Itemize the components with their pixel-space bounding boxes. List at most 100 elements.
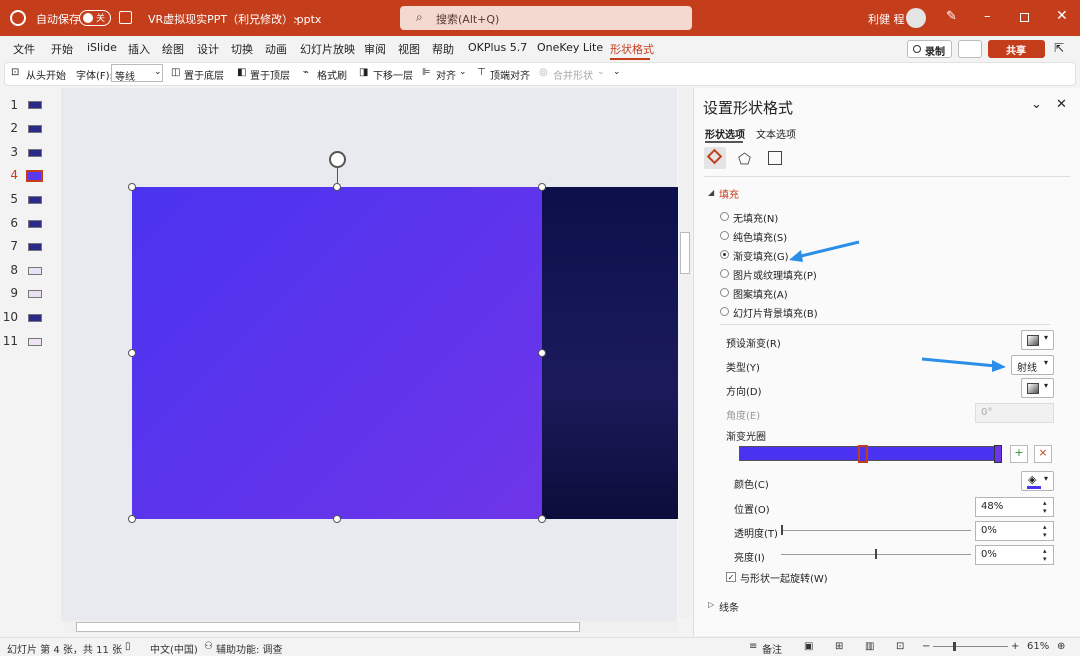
chevron-down-icon[interactable]: ⌄ bbox=[292, 10, 301, 23]
slide-thumbnail[interactable] bbox=[28, 267, 42, 275]
from-start-button[interactable]: 从头开始 bbox=[26, 67, 66, 82]
slider-thumb[interactable] bbox=[953, 642, 956, 651]
tab-islide[interactable]: iSlide bbox=[87, 41, 117, 54]
slide-thumbnail[interactable] bbox=[28, 290, 42, 298]
gradient-stop-handle[interactable] bbox=[994, 445, 1002, 463]
share-button[interactable]: 共享 bbox=[988, 40, 1045, 58]
gradient-stops-bar[interactable] bbox=[739, 446, 1001, 461]
avatar[interactable] bbox=[906, 8, 926, 28]
slide-thumbnail[interactable] bbox=[28, 101, 42, 109]
language-label[interactable]: 中文(中国) bbox=[150, 641, 198, 656]
normal-view-icon[interactable]: ▣ bbox=[804, 641, 813, 652]
powerpoint-logo-icon[interactable] bbox=[10, 10, 26, 26]
tab-text-options[interactable]: 文本选项 bbox=[756, 126, 796, 141]
fill-option-label[interactable]: 渐变填充(G) bbox=[733, 248, 789, 263]
slide-thumbnail[interactable] bbox=[28, 125, 42, 133]
zoom-level[interactable]: 61% bbox=[1027, 641, 1049, 652]
tab-file[interactable]: 文件 bbox=[13, 41, 35, 57]
slide-thumbnail[interactable] bbox=[28, 196, 42, 204]
fill-option-label[interactable]: 幻灯片背景填充(B) bbox=[733, 305, 818, 320]
slide-thumbnail[interactable] bbox=[28, 314, 42, 322]
tab-shape-format[interactable]: 形状格式 bbox=[610, 41, 654, 57]
fill-option-label[interactable]: 图案填充(A) bbox=[733, 286, 788, 301]
slider-thumb[interactable] bbox=[875, 549, 877, 559]
scroll-thumb[interactable] bbox=[680, 232, 690, 274]
record-button[interactable]: 录制 bbox=[907, 40, 952, 58]
triangle-down-icon[interactable]: ◢ bbox=[708, 188, 714, 197]
accessibility-label[interactable]: 辅助功能: 调查 bbox=[216, 641, 283, 656]
comments-icon[interactable] bbox=[958, 40, 982, 58]
direction-dropdown[interactable]: ▾ bbox=[1021, 378, 1054, 398]
send-backward-button[interactable]: 下移一层 bbox=[373, 67, 413, 82]
size-properties-icon[interactable] bbox=[768, 151, 782, 165]
horizontal-scrollbar[interactable] bbox=[64, 621, 678, 633]
slide-thumbnail-selected[interactable] bbox=[26, 170, 43, 182]
fit-to-window-icon[interactable]: ⊕ bbox=[1057, 641, 1065, 652]
zoom-out-icon[interactable]: − bbox=[922, 641, 930, 652]
type-dropdown[interactable]: 射线 ▾ bbox=[1011, 355, 1054, 375]
slide-thumbnail[interactable] bbox=[28, 149, 42, 157]
zoom-slider[interactable] bbox=[933, 646, 1008, 647]
ribbon-options-icon[interactable]: ⇱ bbox=[1054, 41, 1064, 55]
fill-solid-radio[interactable] bbox=[720, 231, 729, 240]
slideshow-icon[interactable]: ⊡ bbox=[896, 641, 904, 652]
resize-handle[interactable] bbox=[538, 515, 546, 523]
preset-gradient-dropdown[interactable]: ▾ bbox=[1021, 330, 1054, 350]
zoom-in-icon[interactable]: + bbox=[1011, 641, 1019, 652]
rotate-handle-icon[interactable] bbox=[329, 151, 346, 168]
send-to-back-button[interactable]: 置于底层 bbox=[184, 67, 224, 82]
slide-thumbnail[interactable] bbox=[28, 220, 42, 228]
tab-animations[interactable]: 动画 bbox=[265, 41, 287, 57]
slide-thumbnail[interactable] bbox=[28, 243, 42, 251]
gradient-stop-handle[interactable] bbox=[858, 445, 868, 463]
resize-handle[interactable] bbox=[333, 183, 341, 191]
fill-line-icon[interactable] bbox=[704, 147, 726, 169]
resize-handle[interactable] bbox=[538, 349, 546, 357]
tab-help[interactable]: 帮助 bbox=[432, 41, 454, 57]
notes-button[interactable]: 备注 bbox=[762, 641, 782, 656]
fill-option-label[interactable]: 无填充(N) bbox=[733, 210, 778, 225]
close-icon[interactable]: ✕ bbox=[1056, 97, 1067, 112]
spinner-icon[interactable]: ▴ ▾ bbox=[1043, 547, 1047, 563]
tab-review[interactable]: 审阅 bbox=[364, 41, 386, 57]
chevron-down-icon[interactable]: ⌄ bbox=[459, 67, 467, 77]
format-painter-button[interactable]: 格式刷 bbox=[317, 67, 347, 82]
line-section-header[interactable]: 线条 bbox=[719, 599, 739, 614]
minimize-icon[interactable]: – bbox=[984, 9, 991, 24]
resize-handle[interactable] bbox=[333, 515, 341, 523]
tab-okplus[interactable]: OKPlus 5.7 bbox=[468, 41, 527, 54]
effects-pentagon-icon[interactable]: ⬠ bbox=[738, 150, 751, 168]
align-button[interactable]: 对齐 bbox=[436, 67, 456, 82]
selected-gradient-shape[interactable] bbox=[132, 187, 542, 519]
bring-to-front-button[interactable]: 置于顶层 bbox=[250, 67, 290, 82]
slide-sorter-icon[interactable]: ⊞ bbox=[835, 641, 843, 652]
tab-insert[interactable]: 插入 bbox=[128, 41, 150, 57]
font-select[interactable]: 等线 ⌄ bbox=[111, 64, 163, 83]
brightness-input[interactable]: 0% ▴ ▾ bbox=[975, 545, 1054, 565]
remove-stop-icon[interactable]: × bbox=[1034, 445, 1052, 463]
rotate-with-shape-checkbox[interactable]: ✓ bbox=[726, 572, 736, 582]
close-icon[interactable]: ✕ bbox=[1056, 8, 1068, 24]
add-stop-icon[interactable]: + bbox=[1010, 445, 1028, 463]
fill-option-label[interactable]: 图片或纹理填充(P) bbox=[733, 267, 817, 282]
fill-section-header[interactable]: 填充 bbox=[719, 186, 739, 201]
resize-handle[interactable] bbox=[128, 349, 136, 357]
tab-home[interactable]: 开始 bbox=[51, 41, 73, 57]
top-align-button[interactable]: 顶端对齐 bbox=[490, 67, 530, 82]
spelling-check-icon[interactable]: ▯ bbox=[125, 641, 131, 652]
resize-handle[interactable] bbox=[538, 183, 546, 191]
spinner-icon[interactable]: ▴ ▾ bbox=[1043, 499, 1047, 515]
fill-gradient-radio[interactable] bbox=[720, 250, 729, 259]
resize-handle[interactable] bbox=[128, 515, 136, 523]
pen-icon[interactable]: ✎ bbox=[946, 9, 957, 24]
reading-view-icon[interactable]: ▥ bbox=[865, 641, 874, 652]
vertical-scrollbar[interactable] bbox=[679, 88, 691, 618]
scroll-thumb[interactable] bbox=[76, 622, 580, 632]
resize-handle[interactable] bbox=[128, 183, 136, 191]
customize-toolbar-icon[interactable]: ⌄ bbox=[613, 67, 621, 77]
fill-picture-radio[interactable] bbox=[720, 269, 729, 278]
fill-option-label[interactable]: 纯色填充(S) bbox=[733, 229, 787, 244]
maximize-icon[interactable] bbox=[1020, 13, 1029, 22]
fill-none-radio[interactable] bbox=[720, 212, 729, 221]
tab-shape-options[interactable]: 形状选项 bbox=[705, 126, 745, 141]
